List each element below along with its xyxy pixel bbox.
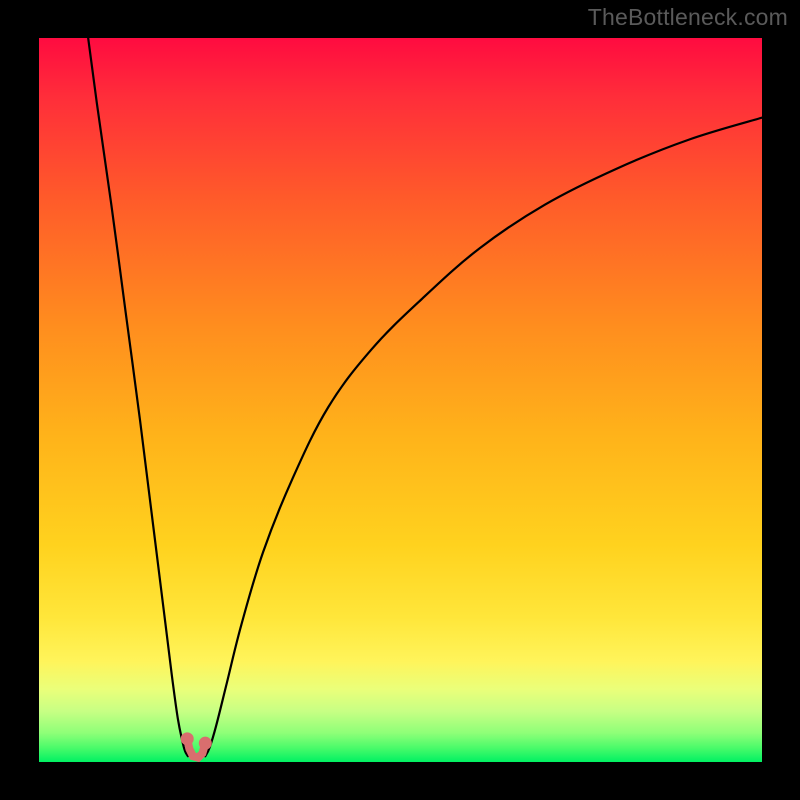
curve-left-branch: [88, 38, 188, 756]
bottleneck-endpoint-left: [181, 732, 194, 745]
watermark-text: TheBottleneck.com: [588, 4, 788, 31]
plot-area: [39, 38, 762, 762]
curve-right-branch: [205, 118, 762, 757]
chart-svg: [39, 38, 762, 762]
chart-frame: TheBottleneck.com: [0, 0, 800, 800]
bottleneck-endpoint-right: [199, 737, 212, 750]
